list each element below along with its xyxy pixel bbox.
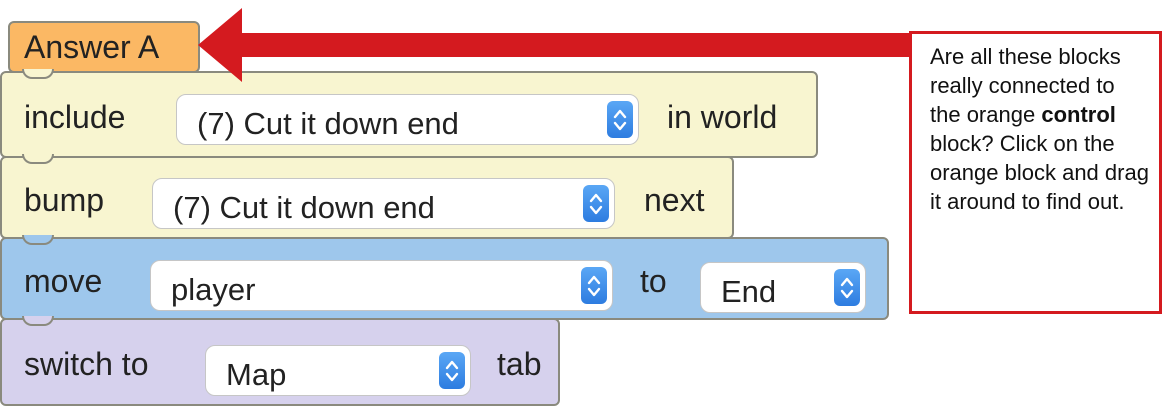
switch-keyword: switch to — [24, 346, 149, 382]
block-notch — [22, 235, 54, 245]
callout-text-end: block? Click on the orange block and dra… — [930, 131, 1149, 214]
move-keyword: move — [24, 263, 103, 299]
switch-dropdown-value: Map — [226, 356, 287, 392]
bump-dropdown-value: (7) Cut it down end — [173, 189, 435, 225]
bump-suffix: next — [644, 182, 705, 218]
bump-object-dropdown[interactable]: (7) Cut it down end — [152, 178, 615, 229]
bump-keyword: bump — [24, 182, 105, 218]
callout-text-bold: control — [1041, 102, 1116, 127]
up-down-chevron-icon — [834, 269, 860, 306]
annotation-arrow-icon — [198, 8, 910, 82]
up-down-chevron-icon — [581, 267, 607, 304]
up-down-chevron-icon — [607, 101, 633, 138]
move-target-value: player — [171, 271, 256, 307]
include-object-dropdown[interactable]: (7) Cut it down end — [176, 94, 639, 145]
move-to-keyword: to — [640, 263, 667, 299]
control-block-answer-a[interactable]: Answer A — [8, 21, 200, 73]
move-target-dropdown[interactable]: player — [150, 260, 613, 311]
block-notch — [22, 154, 54, 164]
block-notch — [22, 316, 54, 326]
control-block-label: Answer A — [24, 29, 160, 65]
annotation-callout: Are all these blocks really connected to… — [909, 31, 1162, 314]
move-destination-dropdown[interactable]: End — [700, 262, 866, 313]
include-dropdown-value: (7) Cut it down end — [197, 105, 459, 141]
block-notch — [22, 69, 54, 79]
include-suffix: in world — [667, 99, 778, 135]
move-destination-value: End — [721, 273, 777, 309]
up-down-chevron-icon — [583, 185, 609, 222]
include-keyword: include — [24, 99, 126, 135]
switch-tab-dropdown[interactable]: Map — [205, 345, 471, 396]
switch-suffix: tab — [497, 346, 542, 382]
up-down-chevron-icon — [439, 352, 465, 389]
